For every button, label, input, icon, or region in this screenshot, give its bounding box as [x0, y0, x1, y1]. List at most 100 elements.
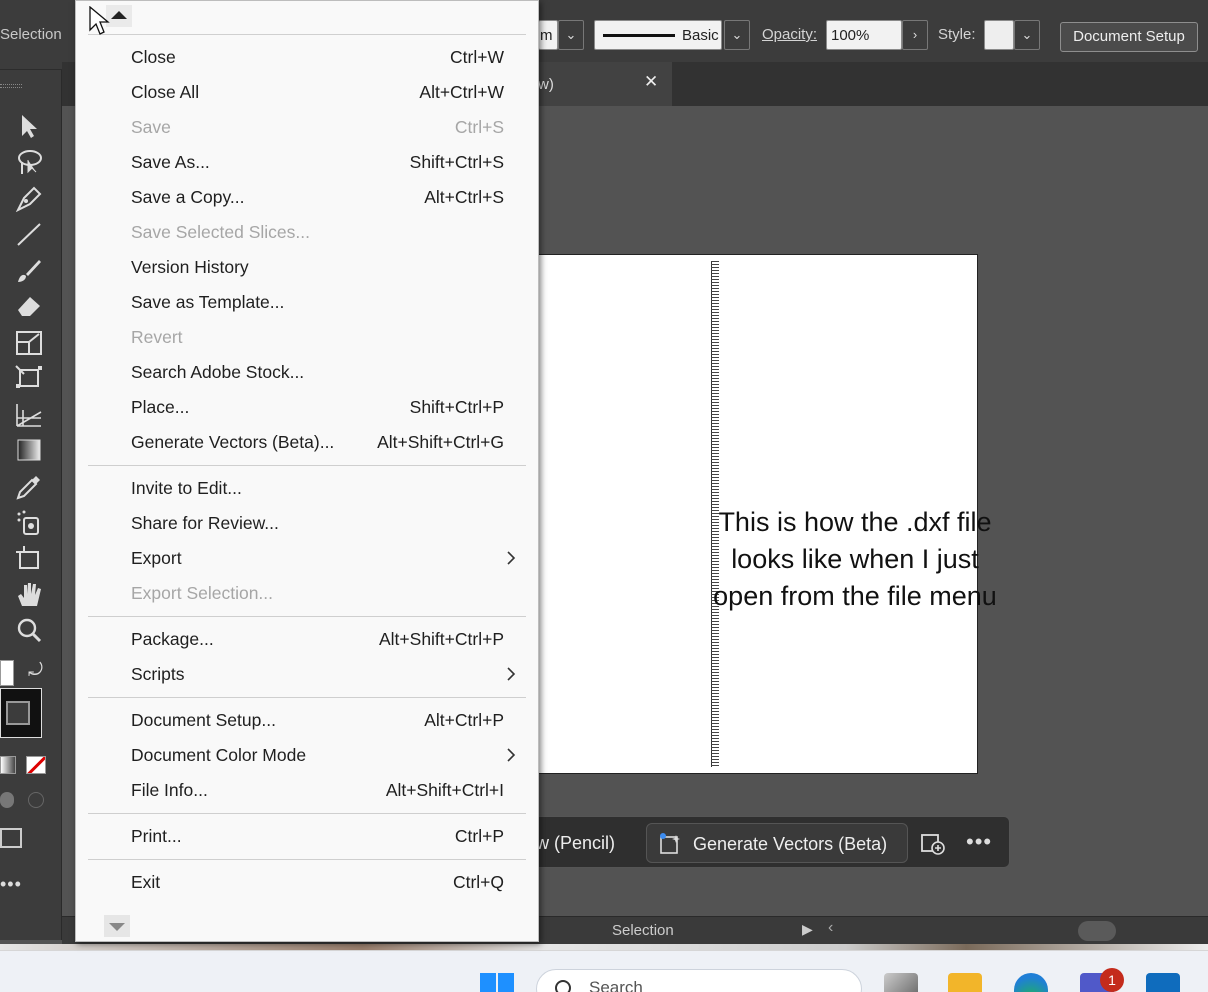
search-icon	[555, 980, 571, 992]
hand-tool-icon[interactable]	[14, 580, 46, 610]
status-menu-arrow-icon[interactable]: ▶	[802, 921, 813, 938]
menu-item-shortcut: Alt+Ctrl+P	[424, 710, 504, 730]
gradient-tool-icon[interactable]	[14, 436, 46, 466]
lasso-tool-icon[interactable]	[14, 148, 46, 178]
close-icon[interactable]: ✕	[644, 72, 658, 92]
menu-scroll-down-icon[interactable]	[104, 915, 130, 937]
menu-item-save-as[interactable]: Save As... Shift+Ctrl+S	[76, 146, 538, 180]
paintbrush-tool-icon[interactable]	[14, 256, 46, 286]
outlook-icon[interactable]	[1146, 973, 1180, 992]
menu-item-shortcut: Ctrl+S	[454, 117, 504, 137]
generate-vectors-button[interactable]: Generate Vectors (Beta)	[646, 823, 908, 863]
artboard-tool-icon[interactable]	[14, 544, 46, 574]
menu-item-print[interactable]: Print... Ctrl+P	[76, 820, 538, 854]
taskbar-app-icon[interactable]	[884, 973, 918, 992]
menu-item-save-a-copy[interactable]: Save a Copy... Alt+Ctrl+S	[76, 181, 538, 215]
menu-item-label: Save as Template...	[131, 292, 285, 312]
eyedropper-tool-icon[interactable]	[14, 472, 46, 502]
tools-panel: ⤾ •••	[0, 70, 62, 940]
menu-item-label: Close All	[131, 82, 200, 102]
menu-item-label: Generate Vectors (Beta)...	[131, 432, 335, 452]
menu-item-label: Scripts	[131, 664, 185, 684]
windows-taskbar: Search	[0, 950, 1208, 992]
eraser-tool-icon[interactable]	[14, 292, 46, 322]
gradient-swatch-icon[interactable]	[0, 756, 16, 774]
menu-item-shortcut: Shift+Ctrl+P	[409, 397, 504, 417]
menu-item-place[interactable]: Place... Shift+Ctrl+P	[76, 391, 538, 425]
menu-item-label: Search Adobe Stock...	[131, 362, 305, 382]
menu-item-version-history[interactable]: Version History	[76, 251, 538, 285]
menu-item-document-color-mode[interactable]: Document Color Mode	[76, 739, 538, 773]
none-swatch-icon[interactable]	[26, 756, 46, 774]
menu-item-search-adobe-stock[interactable]: Search Adobe Stock...	[76, 356, 538, 390]
menu-item-document-setup[interactable]: Document Setup... Alt+Ctrl+P	[76, 704, 538, 738]
menu-item-scripts[interactable]: Scripts	[76, 658, 538, 692]
add-image-icon[interactable]	[920, 831, 946, 855]
more-options-icon[interactable]: •••	[966, 829, 992, 855]
chevron-right-icon: ›	[912, 27, 918, 42]
menu-item-save-selected-slices: Save Selected Slices...	[76, 216, 538, 250]
pen-tool-icon[interactable]	[14, 184, 46, 214]
fill-swatch[interactable]	[0, 660, 14, 686]
stroke-swatch[interactable]	[0, 688, 42, 738]
menu-item-shortcut: Alt+Ctrl+W	[419, 82, 504, 102]
menu-separator	[88, 697, 526, 698]
line-tool-icon[interactable]	[14, 220, 46, 250]
menu-item-save-as-template[interactable]: Save as Template...	[76, 286, 538, 320]
scroll-left-icon[interactable]: ‹	[828, 919, 833, 937]
scale-tool-icon[interactable]	[14, 328, 46, 358]
menu-item-share-for-review[interactable]: Share for Review...	[76, 507, 538, 541]
file-explorer-icon[interactable]	[948, 973, 982, 992]
horizontal-scrollbar-thumb[interactable]	[1078, 921, 1116, 941]
free-transform-tool-icon[interactable]	[14, 364, 46, 394]
document-setup-button[interactable]: Document Setup	[1060, 22, 1198, 52]
menu-item-exit[interactable]: Exit Ctrl+Q	[76, 866, 538, 900]
opacity-flyout-button[interactable]: ›	[902, 20, 928, 50]
document-tab[interactable]: w) ✕	[532, 62, 672, 106]
symbol-sprayer-tool-icon[interactable]	[14, 508, 46, 538]
graphic-style-dropdown[interactable]: ⌄	[1014, 20, 1040, 50]
edge-browser-icon[interactable]	[1014, 973, 1048, 992]
selection-tool-icon[interactable]	[14, 112, 46, 142]
menu-item-label: Revert	[131, 327, 183, 347]
brush-stroke-preview	[603, 34, 675, 37]
menu-item-label: Save Selected Slices...	[131, 222, 310, 242]
menu-item-export[interactable]: Export	[76, 542, 538, 576]
windows-search-box[interactable]: Search	[536, 969, 862, 992]
menu-item-label: Version History	[131, 257, 249, 277]
brush-definition-field[interactable]: Basic	[594, 20, 722, 50]
submenu-chevron-right-icon	[507, 748, 516, 762]
menu-item-label: Document Setup...	[131, 710, 276, 730]
menu-item-generate-vectors-beta[interactable]: Generate Vectors (Beta)... Alt+Shift+Ctrl…	[76, 426, 538, 460]
screen-mode-icon[interactable]	[0, 828, 22, 848]
brush-dropdown[interactable]: ⌄	[724, 20, 750, 50]
stroke-weight-field[interactable]: m	[538, 20, 558, 50]
menu-item-invite-to-edit[interactable]: Invite to Edit...	[76, 472, 538, 506]
stroke-weight-dropdown[interactable]: ⌄	[558, 20, 584, 50]
graphic-style-swatch[interactable]	[984, 20, 1014, 50]
swap-fill-stroke-icon[interactable]: ⤾	[28, 660, 43, 681]
panel-grip[interactable]	[0, 84, 22, 88]
menu-item-shortcut: Alt+Shift+Ctrl+P	[379, 629, 504, 649]
opacity-field[interactable]: 100%	[826, 20, 902, 50]
perspective-grid-tool-icon[interactable]	[14, 400, 46, 430]
menu-item-package[interactable]: Package... Alt+Shift+Ctrl+P	[76, 623, 538, 657]
stroke-unit-text: m	[540, 27, 553, 44]
draw-mode-icon[interactable]	[0, 792, 14, 808]
menu-item-close-all[interactable]: Close All Alt+Ctrl+W	[76, 76, 538, 110]
menu-separator	[88, 34, 526, 35]
chevron-down-icon: ⌄	[1021, 27, 1033, 42]
menu-item-close[interactable]: Close Ctrl+W	[76, 41, 538, 75]
opacity-label[interactable]: Opacity:	[762, 26, 817, 43]
stroke-swatch-inner	[6, 701, 30, 725]
menu-item-file-info[interactable]: File Info... Alt+Shift+Ctrl+I	[76, 774, 538, 808]
zoom-tool-icon[interactable]	[14, 616, 46, 646]
menu-separator	[88, 465, 526, 466]
windows-start-icon[interactable]	[480, 973, 516, 992]
menu-item-label: Save a Copy...	[131, 187, 245, 207]
menu-separator	[88, 813, 526, 814]
style-label: Style:	[938, 26, 976, 43]
menu-item-label: Export Selection...	[131, 583, 274, 603]
more-tools-icon[interactable]: •••	[0, 874, 22, 895]
draw-inside-icon[interactable]	[28, 792, 44, 808]
